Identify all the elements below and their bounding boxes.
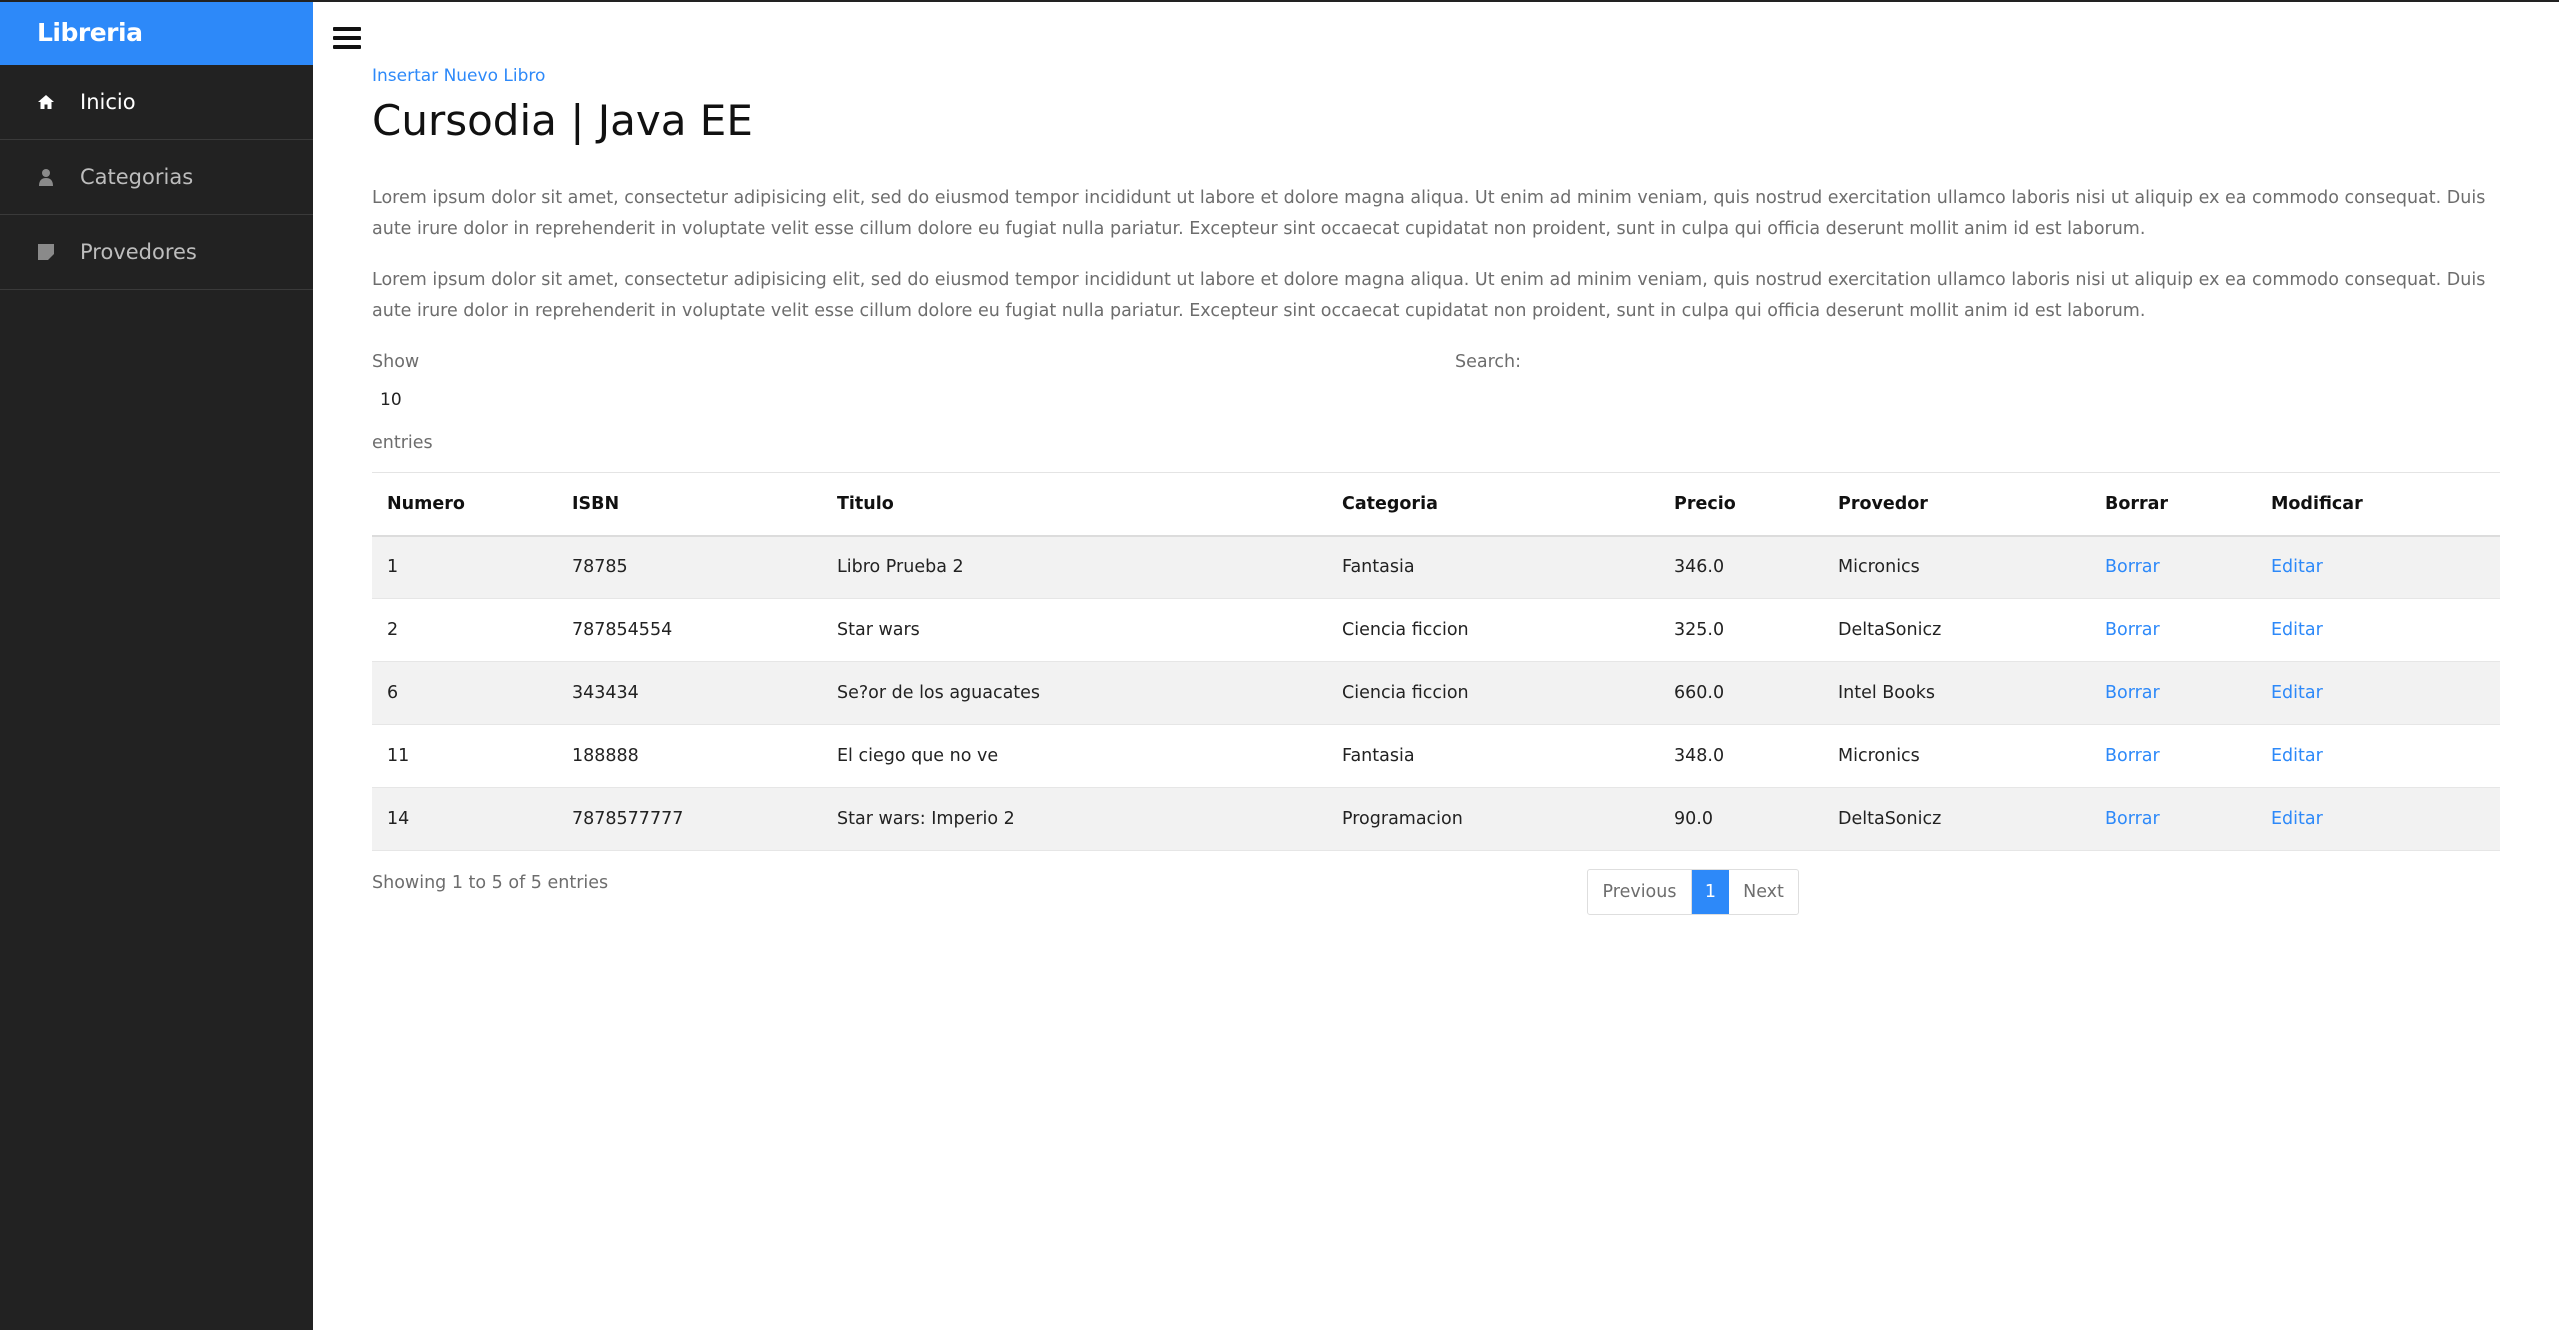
table-row: 11 188888 El ciego que no ve Fantasia 34… bbox=[372, 724, 2500, 788]
column-header-categoria[interactable]: Categoria bbox=[1327, 472, 1659, 537]
show-label: Show bbox=[372, 352, 420, 372]
cell-numero: 1 bbox=[372, 535, 557, 599]
intro-paragraph: Lorem ipsum dolor sit amet, consectetur … bbox=[372, 188, 2486, 239]
previous-page-button[interactable]: Previous bbox=[1588, 870, 1692, 914]
delete-link[interactable]: Borrar bbox=[2105, 683, 2160, 703]
delete-link[interactable]: Borrar bbox=[2105, 557, 2160, 577]
cell-precio: 325.0 bbox=[1659, 598, 1823, 662]
search-label: Search: bbox=[1455, 352, 1522, 372]
table-header-row: Numero ISBN Titulo Categoria Precio Prov… bbox=[372, 472, 2500, 537]
sidebar-item-categorias[interactable]: Categorias bbox=[0, 140, 313, 215]
cell-numero: 2 bbox=[372, 598, 557, 662]
cell-titulo: El ciego que no ve bbox=[822, 724, 1327, 788]
cell-titulo: Star wars bbox=[822, 598, 1327, 662]
pagination: Previous 1 Next bbox=[1587, 869, 1799, 915]
column-header-precio[interactable]: Precio bbox=[1659, 472, 1823, 537]
cell-isbn: 78785 bbox=[557, 535, 822, 599]
column-header-isbn[interactable]: ISBN bbox=[557, 472, 822, 537]
cell-categoria: Ciencia ficcion bbox=[1327, 661, 1659, 725]
column-header-titulo[interactable]: Titulo bbox=[822, 472, 1327, 537]
column-header-provedor[interactable]: Provedor bbox=[1823, 472, 2090, 537]
brand-logo[interactable]: Libreria bbox=[0, 0, 313, 65]
note-icon bbox=[37, 243, 55, 261]
sidebar-item-label: Inicio bbox=[80, 90, 136, 114]
cell-numero: 11 bbox=[372, 724, 557, 788]
cell-provedor: Micronics bbox=[1823, 724, 2090, 788]
sidebar-item-provedores[interactable]: Provedores bbox=[0, 215, 313, 290]
intro-paragraph: Lorem ipsum dolor sit amet, consectetur … bbox=[372, 270, 2486, 321]
cell-numero: 14 bbox=[372, 787, 557, 851]
column-header-numero[interactable]: Numero bbox=[372, 472, 557, 537]
page-1-button[interactable]: 1 bbox=[1692, 870, 1729, 914]
sidebar-item-inicio[interactable]: Inicio bbox=[0, 65, 313, 140]
edit-link[interactable]: Editar bbox=[2271, 620, 2323, 640]
edit-link[interactable]: Editar bbox=[2271, 746, 2323, 766]
books-table: Numero ISBN Titulo Categoria Precio Prov… bbox=[372, 472, 2500, 851]
cell-precio: 660.0 bbox=[1659, 661, 1823, 725]
page-title: Cursodia | Java EE bbox=[372, 96, 753, 145]
cell-categoria: Ciencia ficcion bbox=[1327, 598, 1659, 662]
cell-isbn: 787854554 bbox=[557, 598, 822, 662]
cell-categoria: Fantasia bbox=[1327, 724, 1659, 788]
cell-isbn: 188888 bbox=[557, 724, 822, 788]
cell-numero: 6 bbox=[372, 661, 557, 725]
entries-length-select[interactable]: 10 bbox=[380, 390, 402, 410]
home-icon bbox=[37, 93, 55, 111]
table-row: 14 7878577777 Star wars: Imperio 2 Progr… bbox=[372, 787, 2500, 851]
cell-titulo: Libro Prueba 2 bbox=[822, 535, 1327, 599]
column-header-borrar[interactable]: Borrar bbox=[2090, 472, 2256, 537]
table-row: 2 787854554 Star wars Ciencia ficcion 32… bbox=[372, 598, 2500, 662]
edit-link[interactable]: Editar bbox=[2271, 557, 2323, 577]
cell-categoria: Programacion bbox=[1327, 787, 1659, 851]
sidebar-item-label: Provedores bbox=[80, 240, 197, 264]
cell-provedor: DeltaSonicz bbox=[1823, 787, 2090, 851]
edit-link[interactable]: Editar bbox=[2271, 809, 2323, 829]
top-border bbox=[0, 0, 2559, 2]
cell-categoria: Fantasia bbox=[1327, 535, 1659, 599]
main-area: Insertar Nuevo Libro Cursodia | Java EE … bbox=[313, 0, 2559, 1330]
cell-precio: 346.0 bbox=[1659, 535, 1823, 599]
edit-link[interactable]: Editar bbox=[2271, 683, 2323, 703]
cell-titulo: Se?or de los aguacates bbox=[822, 661, 1327, 725]
table-row: 6 343434 Se?or de los aguacates Ciencia … bbox=[372, 661, 2500, 725]
next-page-button[interactable]: Next bbox=[1729, 870, 1798, 914]
cell-provedor: Intel Books bbox=[1823, 661, 2090, 725]
sidebar-item-label: Categorias bbox=[80, 165, 194, 189]
table-info: Showing 1 to 5 of 5 entries bbox=[372, 873, 609, 893]
cell-precio: 90.0 bbox=[1659, 787, 1823, 851]
table-row: 1 78785 Libro Prueba 2 Fantasia 346.0 Mi… bbox=[372, 535, 2500, 599]
delete-link[interactable]: Borrar bbox=[2105, 746, 2160, 766]
cell-precio: 348.0 bbox=[1659, 724, 1823, 788]
entries-label: entries bbox=[372, 433, 433, 453]
cell-isbn: 7878577777 bbox=[557, 787, 822, 851]
search-input[interactable] bbox=[1547, 348, 1767, 380]
user-icon bbox=[37, 168, 55, 186]
cell-provedor: Micronics bbox=[1823, 535, 2090, 599]
delete-link[interactable]: Borrar bbox=[2105, 809, 2160, 829]
menu-toggle-icon[interactable] bbox=[333, 27, 361, 49]
sidebar: Libreria Inicio Categorias Provedores bbox=[0, 0, 313, 1330]
delete-link[interactable]: Borrar bbox=[2105, 620, 2160, 640]
cell-titulo: Star wars: Imperio 2 bbox=[822, 787, 1327, 851]
sidebar-nav: Inicio Categorias Provedores bbox=[0, 65, 313, 290]
cell-isbn: 343434 bbox=[557, 661, 822, 725]
insert-book-link[interactable]: Insertar Nuevo Libro bbox=[372, 66, 545, 86]
cell-provedor: DeltaSonicz bbox=[1823, 598, 2090, 662]
column-header-modificar[interactable]: Modificar bbox=[2256, 472, 2500, 537]
